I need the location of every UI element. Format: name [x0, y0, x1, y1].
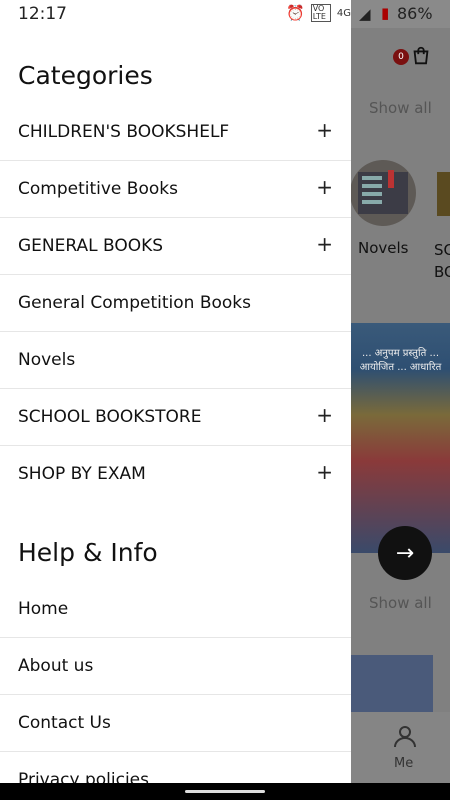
- show-all-link-categories[interactable]: Show all: [369, 99, 432, 117]
- drawer-item-home[interactable]: Home: [0, 582, 351, 638]
- status-bar-right: ◢ ▮ 86%: [351, 0, 450, 28]
- system-gesture-bar: [0, 783, 450, 800]
- alarm-icon: ⏰: [286, 4, 305, 22]
- volte-badge: VO LTE: [310, 4, 331, 22]
- nav-me-label[interactable]: Me: [394, 756, 413, 771]
- featured-book-banner-text: ... अनुपम प्रस्तुति ... आयोजित ... आधारि…: [359, 348, 442, 373]
- navigation-drawer: Categories CHILDREN'S BOOKSHELF + Compet…: [0, 28, 351, 783]
- book-stack-icon: [358, 170, 408, 214]
- expand-plus-icon[interactable]: +: [316, 460, 333, 484]
- menu-item-label: Novels: [18, 350, 76, 370]
- categories-heading: Categories: [18, 61, 153, 90]
- status-icons: ⏰ VO LTE 4G: [286, 4, 351, 22]
- menu-item-label: SCHOOL BOOKSTORE: [18, 407, 202, 427]
- status-bar-left: 12:17 ⏰ VO LTE 4G: [0, 0, 351, 28]
- menu-item-label: CHILDREN'S BOOKSHELF: [18, 122, 230, 142]
- category-novels-label: Novels: [358, 239, 409, 257]
- menu-item-label: About us: [18, 656, 94, 676]
- status-bar: 12:17 ⏰ VO LTE 4G ◢ ▮ 86%: [0, 0, 450, 28]
- menu-item-label: GENERAL BOOKS: [18, 236, 164, 256]
- drawer-item-privacy-policies[interactable]: Privacy policies: [0, 753, 351, 783]
- expand-plus-icon[interactable]: +: [316, 175, 333, 199]
- menu-item-label: SHOP BY EXAM: [18, 464, 146, 484]
- person-icon[interactable]: [393, 724, 417, 748]
- drawer-item-general-competition-books[interactable]: General Competition Books: [0, 276, 351, 332]
- drawer-item-competitive-books[interactable]: Competitive Books +: [0, 162, 351, 218]
- cart-icon[interactable]: [410, 45, 432, 67]
- signal-icon: ◢: [359, 5, 371, 23]
- menu-item-label: Contact Us: [18, 713, 111, 733]
- network-type: 4G: [336, 7, 351, 19]
- drawer-item-childrens-bookshelf[interactable]: CHILDREN'S BOOKSHELF +: [0, 105, 351, 161]
- drawer-item-novels[interactable]: Novels: [0, 333, 351, 389]
- menu-item-label: General Competition Books: [18, 293, 252, 313]
- help-info-heading: Help & Info: [18, 538, 158, 567]
- next-arrow-button[interactable]: →: [378, 526, 432, 580]
- menu-item-label: Home: [18, 599, 69, 619]
- book-thumbnail[interactable]: [351, 655, 433, 713]
- drawer-item-general-books[interactable]: GENERAL BOOKS +: [0, 219, 351, 275]
- drawer-item-about-us[interactable]: About us: [0, 639, 351, 695]
- arrow-right-icon: →: [395, 540, 415, 566]
- battery-percent: 86%: [397, 4, 433, 23]
- drawer-item-contact-us[interactable]: Contact Us: [0, 696, 351, 752]
- drawer-item-school-bookstore[interactable]: SCHOOL BOOKSTORE +: [0, 390, 351, 446]
- novels-category-image[interactable]: [350, 160, 416, 226]
- expand-plus-icon[interactable]: +: [316, 118, 333, 142]
- battery-icon: ▮: [381, 4, 390, 22]
- drawer-item-shop-by-exam[interactable]: SHOP BY EXAM +: [0, 447, 351, 503]
- school-category-image[interactable]: [437, 172, 450, 216]
- category-school-label: SC BO: [434, 241, 450, 281]
- menu-item-label: Competitive Books: [18, 179, 178, 199]
- status-time: 12:17: [18, 4, 67, 24]
- expand-plus-icon[interactable]: +: [316, 232, 333, 256]
- show-all-link-books[interactable]: Show all: [369, 594, 432, 612]
- home-gesture-handle[interactable]: [185, 790, 265, 793]
- expand-plus-icon[interactable]: +: [316, 403, 333, 427]
- cart-count-badge: 0: [393, 49, 409, 65]
- menu-item-label: Privacy policies: [18, 770, 149, 783]
